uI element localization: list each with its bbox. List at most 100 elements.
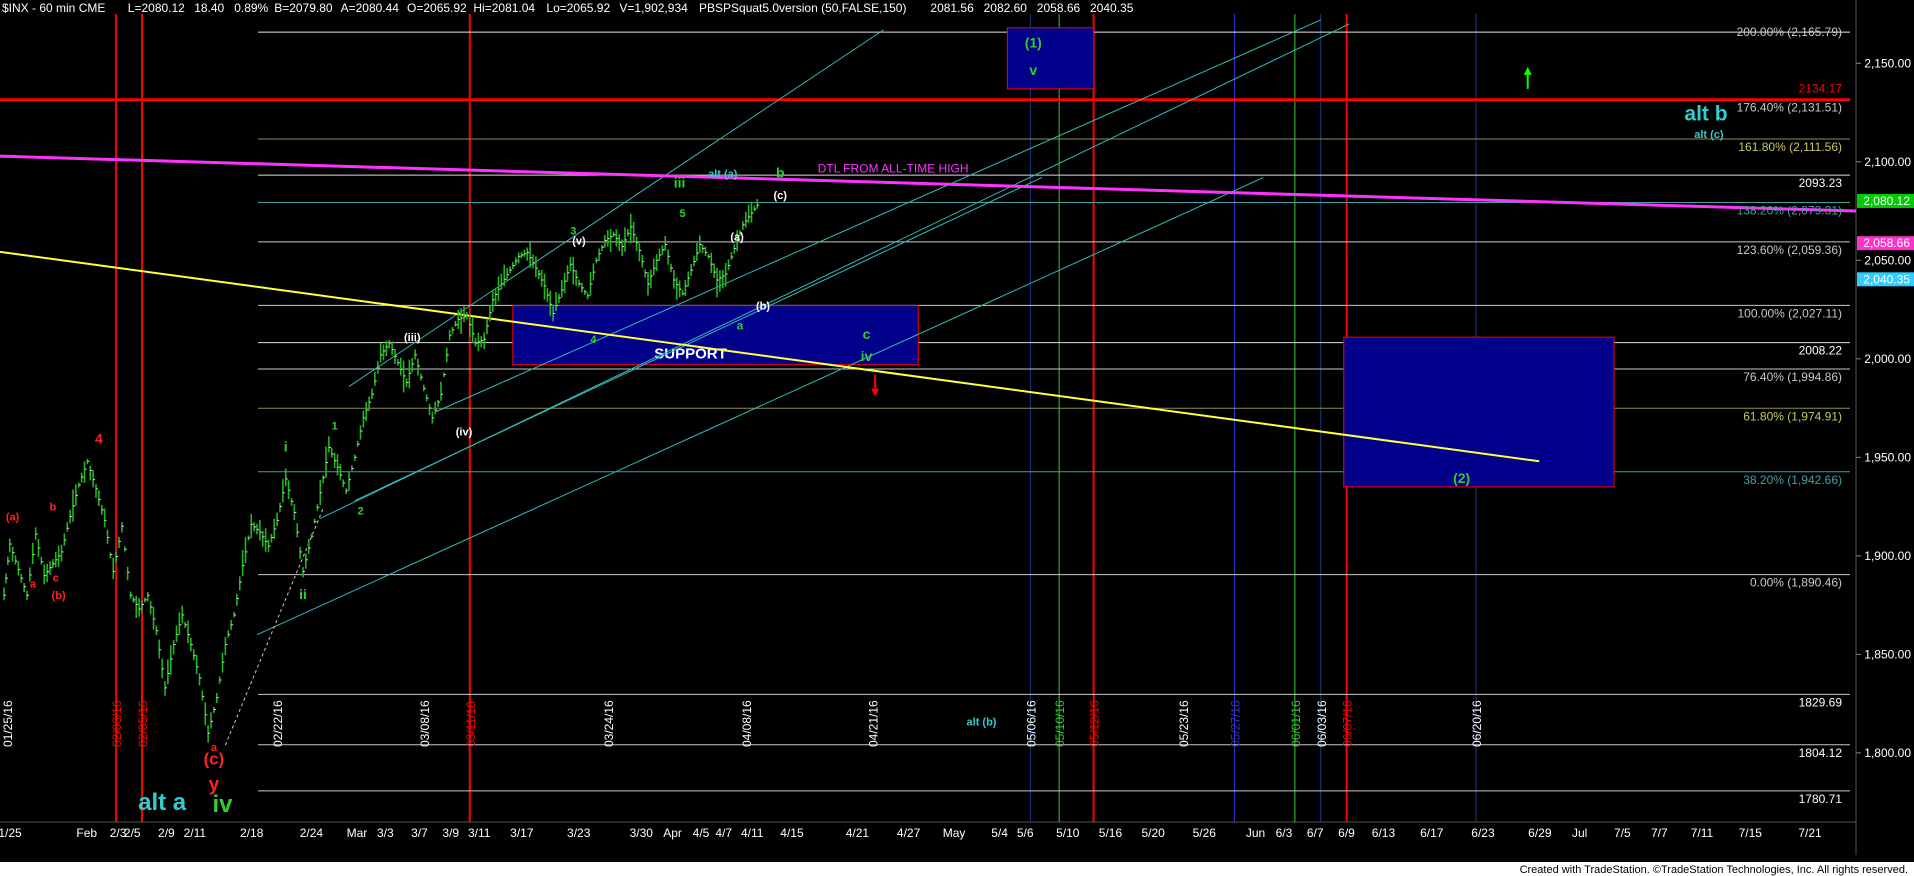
date-marker-label-1: 02/03/16: [110, 700, 124, 747]
date-marker-label-15: 06/03/16: [1315, 700, 1329, 747]
x-tick-label: 4/7: [715, 826, 732, 840]
footer-credit: Created with TradeStation. ©TradeStation…: [1520, 864, 1908, 876]
price-chart[interactable]: Created with TradeStation. ©TradeStation…: [0, 0, 1914, 876]
level-label-13: 1804.12: [1799, 746, 1843, 760]
x-tick-label: 7/21: [1798, 826, 1822, 840]
x-tick-label: 3/7: [411, 826, 428, 840]
price-marker-label-1: 2,058.66: [1863, 236, 1910, 250]
y-tick-label: 1,850.00: [1864, 647, 1911, 661]
wave-2-target-zone: [1343, 336, 1615, 488]
wave-label-9: iv: [212, 791, 233, 818]
y-tick-label: 1,900.00: [1864, 549, 1911, 563]
y-tick-label: 2,150.00: [1864, 56, 1911, 70]
red-level-label: 2134.17: [1799, 81, 1843, 95]
x-tick-label: 6/13: [1372, 826, 1396, 840]
date-marker-label-0: 01/25/16: [1, 700, 15, 747]
wave-label-0: (a): [6, 511, 20, 523]
wave-label-26: (b): [756, 301, 770, 313]
wave-label-7: (c): [203, 750, 224, 769]
wave-label-5: 4: [95, 431, 103, 447]
wave-label-16: 2: [357, 505, 363, 517]
header-field-11: 2081.56: [930, 1, 974, 15]
x-tick-label: 4/5: [693, 826, 710, 840]
x-tick-label: 5/6: [1017, 826, 1034, 840]
level-label-12: 1829.69: [1799, 695, 1843, 709]
date-marker-label-16: 06/07/16: [1341, 700, 1355, 747]
level-label-14: 1780.71: [1799, 792, 1843, 806]
header-field-14: 2040.35: [1090, 1, 1134, 15]
x-tick-label: Apr: [663, 826, 682, 840]
date-marker-label-7: 04/08/16: [740, 700, 754, 747]
x-tick-label: 5/26: [1193, 826, 1217, 840]
wave-label-15: 1: [332, 421, 338, 433]
wave-label-28: b: [776, 165, 785, 181]
header-field-12: 2082.60: [984, 1, 1028, 15]
header-field-3: 0.89%: [234, 1, 268, 15]
wave-label-23: 5: [679, 208, 685, 220]
wave-label-24: alt (a): [708, 169, 738, 181]
x-tick-label: 7/7: [1651, 826, 1668, 840]
x-tick-label: 6/7: [1307, 826, 1324, 840]
header-field-10: PBSPSquat5.0version (50,FALSE,150): [699, 1, 906, 15]
level-label-4: 138.20% (2,079.31): [1737, 204, 1842, 218]
date-marker-label-11: 05/12/16: [1088, 700, 1102, 747]
y-tick-label: 2,000.00: [1864, 352, 1911, 366]
level-label-6: 100.00% (2,027.11): [1737, 306, 1842, 320]
header-field-6: O=2065.92: [407, 1, 467, 15]
header-field-7: Hi=2081.04: [473, 1, 535, 15]
wave-label-13: i: [284, 438, 288, 454]
x-tick-label: 2/5: [124, 826, 141, 840]
x-tick-label: 6/9: [1338, 826, 1355, 840]
x-tick-label: 5/4: [991, 826, 1008, 840]
x-tick-label: May: [943, 826, 966, 840]
level-label-3: 2093.23: [1799, 176, 1843, 190]
date-marker-label-5: 03/11/16: [464, 701, 478, 747]
x-tick-label: 6/23: [1471, 826, 1495, 840]
header-field-13: 2058.66: [1037, 1, 1081, 15]
wave-label-21: 4: [590, 334, 597, 346]
x-tick-label: Mar: [347, 826, 368, 840]
x-tick-label: 3/9: [442, 826, 459, 840]
date-marker-label-8: 04/21/16: [866, 700, 880, 747]
date-marker-label-3: 02/22/16: [271, 700, 285, 747]
wave-label-33: v: [1029, 62, 1037, 78]
header-field-2: 18.40: [194, 1, 224, 15]
wave-label-20: (v): [572, 236, 586, 248]
x-tick-label: 2/11: [184, 826, 207, 840]
header-field-1: L=2080.12: [128, 1, 185, 15]
wave-label-35: alt (b): [967, 716, 997, 728]
wave-label-11: alt b: [1684, 102, 1727, 125]
x-tick-label: 3/30: [630, 826, 654, 840]
x-tick-label: Jul: [1572, 826, 1587, 840]
wave-label-25: (a): [730, 232, 744, 244]
x-tick-label: Jun: [1246, 826, 1265, 840]
wave-label-29: (c): [774, 190, 788, 202]
date-marker-label-13: 05/27/16: [1229, 700, 1243, 747]
wave-label-30: c: [863, 326, 871, 342]
x-tick-label: 1/25: [0, 826, 22, 840]
x-tick-label: 5/10: [1056, 826, 1080, 840]
x-tick-label: 4/21: [846, 826, 870, 840]
level-label-1: 176.40% (2,131.51): [1737, 101, 1842, 115]
wave-1-target-zone: [1006, 27, 1095, 90]
chart-header: $INX - 60 min CME L=2080.12 18.40 0.89% B=20…: [2, 1, 1134, 15]
x-tick-label: 6/29: [1528, 826, 1552, 840]
x-tick-label: 6/17: [1420, 826, 1444, 840]
y-tick-label: 2,050.00: [1864, 253, 1911, 267]
header-field-4: B=2079.80: [274, 1, 333, 15]
date-marker-label-6: 03/24/16: [602, 700, 616, 747]
wave-label-12: alt (c): [1694, 129, 1724, 141]
x-tick-label: Feb: [76, 826, 97, 840]
y-tick-label: 1,800.00: [1864, 746, 1911, 760]
date-marker-label-4: 03/08/16: [418, 700, 432, 747]
x-tick-label: 4/27: [897, 826, 921, 840]
level-label-7: 2008.22: [1799, 344, 1843, 358]
level-label-11: 0.00% (1,890.46): [1750, 576, 1842, 590]
wave-label-34: (2): [1453, 470, 1470, 486]
header-field-0: $INX - 60 min CME: [2, 1, 105, 15]
x-tick-label: 2/24: [300, 826, 324, 840]
wave-label-10: alt a: [138, 789, 187, 816]
level-label-5: 123.60% (2,059.36): [1737, 243, 1842, 257]
x-tick-label: 3/11: [468, 826, 491, 840]
date-marker-label-12: 05/23/16: [1177, 700, 1191, 747]
